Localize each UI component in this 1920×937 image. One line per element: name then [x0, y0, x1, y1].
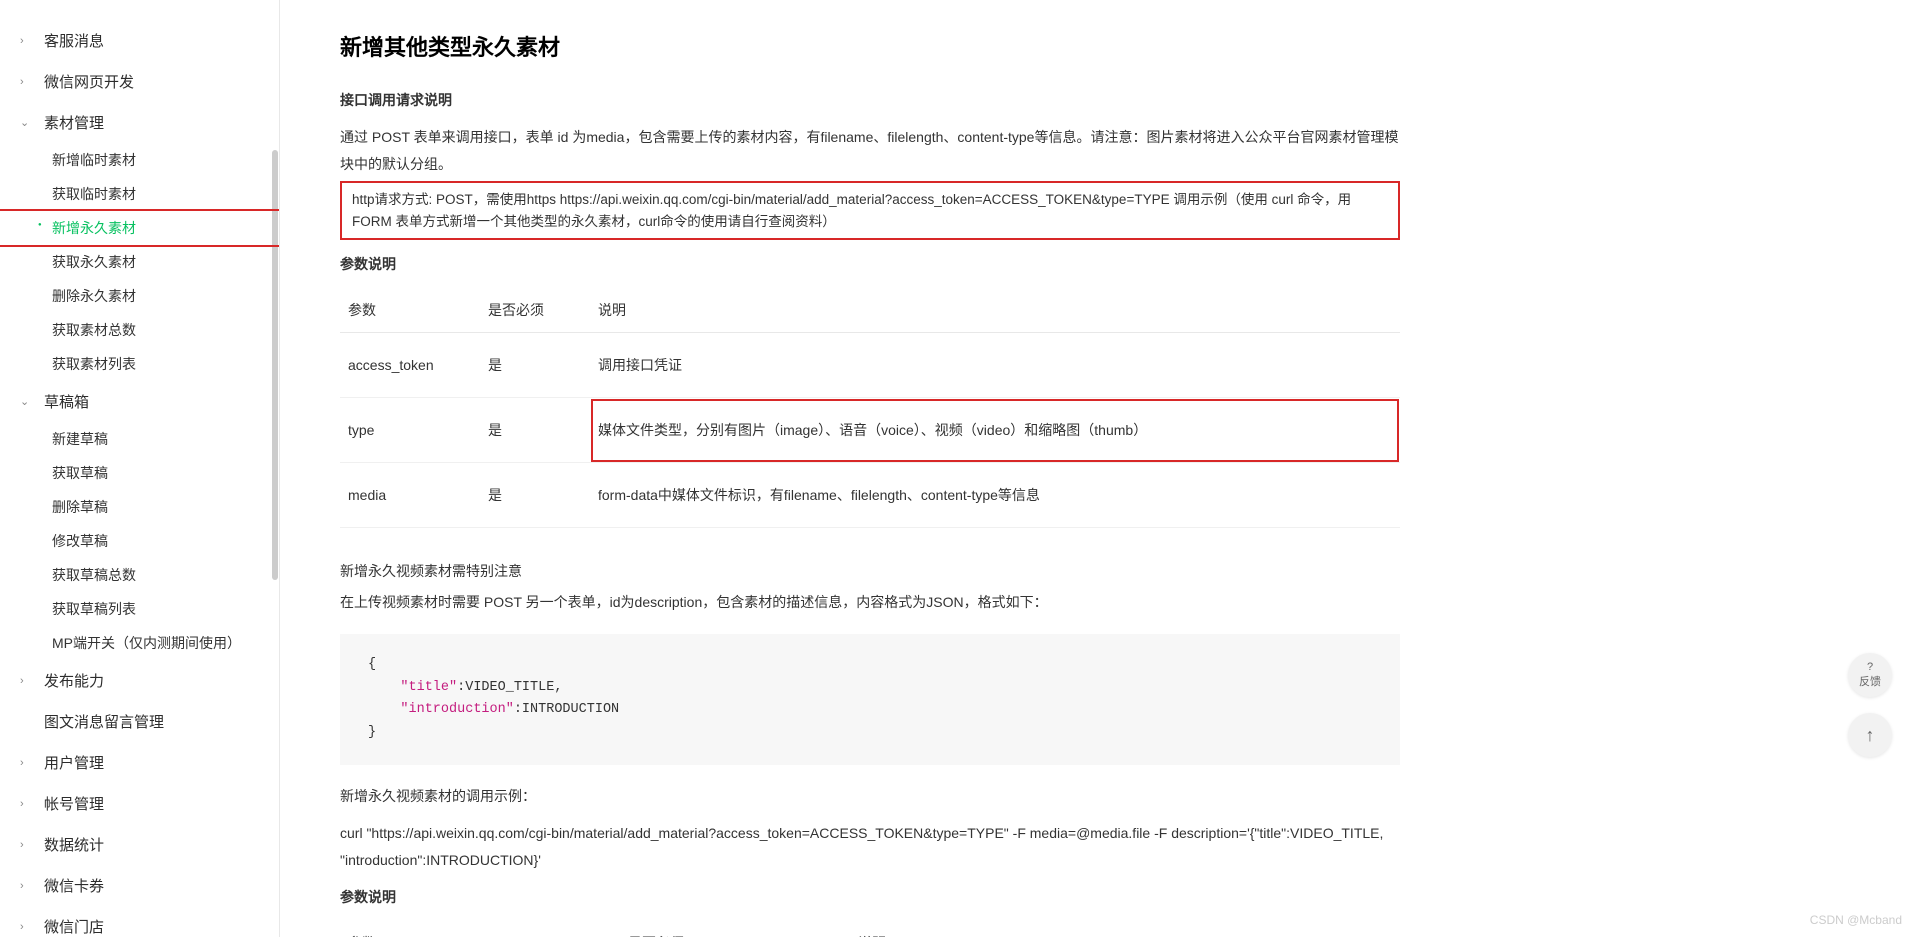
nav-get-temp-material[interactable]: 获取临时素材 [0, 177, 279, 211]
nav-mp-switch[interactable]: MP端开关（仅内测期间使用） [0, 626, 279, 660]
nav-add-perm-material[interactable]: 新增永久素材 [0, 211, 279, 245]
nav-get-material-list[interactable]: 获取素材列表 [0, 347, 279, 381]
watermark: CSDN @Mcband [1810, 913, 1902, 927]
table-row: type 是 媒体文件类型，分别有图片（image）、语音（voice）、视频（… [340, 398, 1400, 463]
th-required: 是否必须 [480, 288, 590, 333]
table-header-row: 参数 是否必须 说明 [340, 921, 1400, 937]
nav-wechat-web[interactable]: ›微信网页开发 [0, 61, 279, 102]
th-desc: 说明 [850, 921, 1400, 937]
nav-get-draft-list[interactable]: 获取草稿列表 [0, 592, 279, 626]
nav-delete-draft[interactable]: 删除草稿 [0, 490, 279, 524]
cell-desc-highlighted: 媒体文件类型，分别有图片（image）、语音（voice）、视频（video）和… [590, 398, 1400, 463]
params-label: 参数说明 [340, 254, 1400, 274]
table-header-row: 参数 是否必须 说明 [340, 288, 1400, 333]
chevron-down-icon: ⌄ [20, 395, 36, 408]
code-block-json: { "title":VIDEO_TITLE, "introduction":IN… [340, 634, 1400, 766]
nav-add-temp-material[interactable]: 新增临时素材 [0, 143, 279, 177]
chevron-right-icon: › [20, 798, 36, 810]
curl-example-text: curl "https://api.weixin.qq.com/cgi-bin/… [340, 820, 1400, 873]
nav-user-mgmt[interactable]: ›用户管理 [0, 742, 279, 783]
nav-modify-draft[interactable]: 修改草稿 [0, 524, 279, 558]
table-row: access_token 是 调用接口凭证 [340, 333, 1400, 398]
arrow-up-icon: ↑ [1866, 725, 1875, 746]
content-area: 新增其他类型永久素材 接口调用请求说明 通过 POST 表单来调用接口，表单 i… [280, 0, 1460, 937]
chevron-right-icon: › [20, 76, 36, 88]
question-icon: ? [1867, 661, 1873, 673]
help-button[interactable]: ? 反馈 [1848, 653, 1892, 697]
feedback-label: 反馈 [1859, 673, 1881, 689]
nav-data-stats[interactable]: ›数据统计 [0, 824, 279, 865]
chevron-right-icon: › [20, 921, 36, 933]
chevron-right-icon: › [20, 839, 36, 851]
page-title: 新增其他类型永久素材 [340, 30, 1400, 62]
curl-example-title: 新增永久视频素材的调用示例： [340, 783, 1400, 810]
params-label-2: 参数说明 [340, 887, 1400, 907]
nav-delete-perm-material[interactable]: 删除永久素材 [0, 279, 279, 313]
float-buttons: ? 反馈 ↑ [1848, 653, 1892, 757]
cell-desc: form-data中媒体文件标识，有filename、filelength、co… [590, 463, 1400, 528]
nav-material-mgmt[interactable]: ⌄素材管理 [0, 102, 279, 143]
json-key: "title" [400, 680, 457, 695]
sidebar: ›客服消息 ›微信网页开发 ⌄素材管理 新增临时素材 获取临时素材 新增永久素材… [0, 0, 280, 937]
nav-get-material-count[interactable]: 获取素材总数 [0, 313, 279, 347]
cell-param: media [340, 463, 480, 528]
cell-param: type [340, 398, 480, 463]
scroll-top-button[interactable]: ↑ [1848, 713, 1892, 757]
table-row: media 是 form-data中媒体文件标识，有filename、filel… [340, 463, 1400, 528]
params-table-1: 参数 是否必须 说明 access_token 是 调用接口凭证 type 是 … [340, 288, 1400, 528]
th-required: 是否必须 [620, 921, 850, 937]
nav-get-perm-material[interactable]: 获取永久素材 [0, 245, 279, 279]
nav-publish[interactable]: ›发布能力 [0, 660, 279, 701]
cell-desc: 调用接口凭证 [590, 333, 1400, 398]
section-request-desc: 接口调用请求说明 [340, 90, 1400, 110]
nav-customer-service[interactable]: ›客服消息 [0, 20, 279, 61]
nav-wechat-store[interactable]: ›微信门店 [0, 906, 279, 937]
chevron-right-icon: › [20, 675, 36, 687]
nav-comments[interactable]: 图文消息留言管理 [0, 701, 279, 742]
cell-required: 是 [480, 333, 590, 398]
cell-required: 是 [480, 398, 590, 463]
cell-required: 是 [480, 463, 590, 528]
chevron-right-icon: › [20, 35, 36, 47]
cell-param: access_token [340, 333, 480, 398]
th-param: 参数 [340, 288, 480, 333]
highlight-http-request: http请求方式: POST，需使用https https://api.weix… [340, 181, 1400, 240]
nav-wechat-card[interactable]: ›微信卡券 [0, 865, 279, 906]
params-table-2: 参数 是否必须 说明 [340, 921, 1400, 937]
json-key: "introduction" [400, 702, 513, 717]
video-note-title: 新增永久视频素材需特别注意 [340, 558, 1400, 585]
nav-get-draft[interactable]: 获取草稿 [0, 456, 279, 490]
nav-account-mgmt[interactable]: ›帐号管理 [0, 783, 279, 824]
chevron-down-icon: ⌄ [20, 116, 36, 129]
nav-get-draft-count[interactable]: 获取草稿总数 [0, 558, 279, 592]
desc-post-form: 通过 POST 表单来调用接口，表单 id 为media，包含需要上传的素材内容… [340, 124, 1400, 177]
video-note-desc: 在上传视频素材时需要 POST 另一个表单，id为description，包含素… [340, 589, 1400, 616]
th-desc: 说明 [590, 288, 1400, 333]
chevron-right-icon: › [20, 880, 36, 892]
nav-new-draft[interactable]: 新建草稿 [0, 422, 279, 456]
nav-draft-box[interactable]: ⌄草稿箱 [0, 381, 279, 422]
http-request-text: http请求方式: POST，需使用https https://api.weix… [352, 189, 1388, 232]
chevron-right-icon: › [20, 757, 36, 769]
th-param: 参数 [340, 921, 620, 937]
